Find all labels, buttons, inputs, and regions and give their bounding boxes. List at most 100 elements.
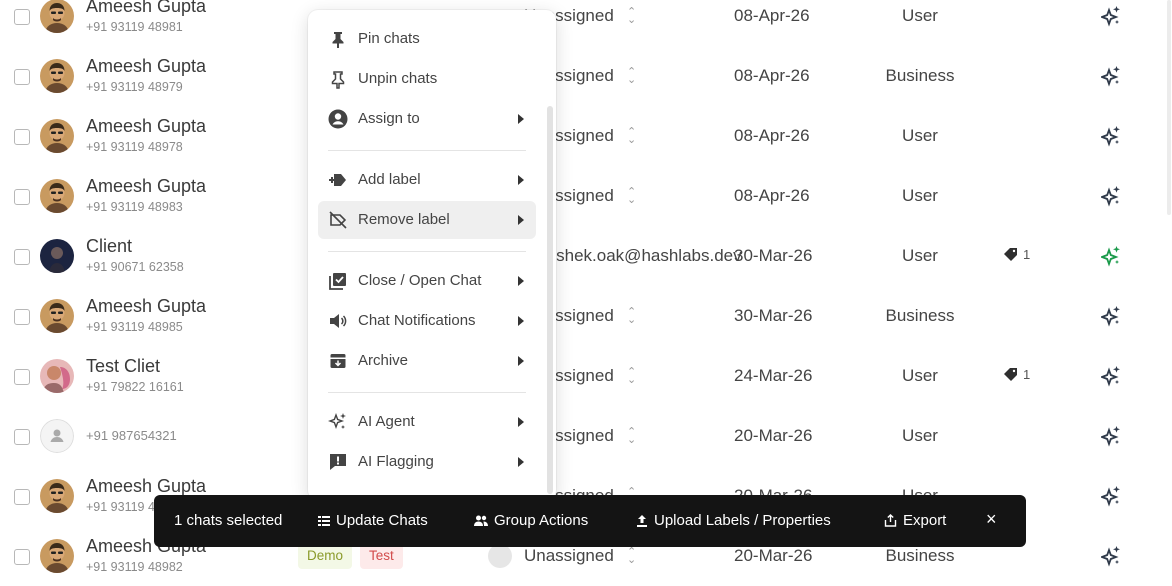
table-row[interactable]: Ameesh Gupta +91 93119 48978 Unassigned ⌃ ⌄ 0… xyxy=(0,106,1172,166)
label-count-value: 1 xyxy=(1023,367,1031,382)
sort-updown-icon[interactable]: ⌃⌄ xyxy=(627,187,636,206)
row-checkbox[interactable] xyxy=(14,9,30,25)
export-button[interactable]: Export xyxy=(884,512,946,529)
ai-sparkle-icon[interactable] xyxy=(1099,185,1121,212)
row-checkbox[interactable] xyxy=(14,249,30,265)
group-actions-button[interactable]: Group Actions xyxy=(474,512,588,529)
chevron-right-icon xyxy=(518,114,524,124)
table-row[interactable]: Ameesh Gupta +91 93119 48985 Unassigned ⌃ ⌄ 3… xyxy=(0,286,1172,346)
update-chats-button[interactable]: Update Chats xyxy=(318,512,428,529)
contact-name[interactable]: Ameesh Gupta xyxy=(86,116,206,137)
contact-name[interactable]: Ameesh Gupta xyxy=(86,296,206,317)
contact-type: User xyxy=(902,126,938,145)
avatar xyxy=(40,419,74,453)
contact-name[interactable]: Client xyxy=(86,236,132,257)
row-checkbox[interactable] xyxy=(14,489,30,505)
menu-item-unpin-chats[interactable]: Unpin chats xyxy=(318,60,536,98)
sort-updown-icon[interactable]: ⌃⌄ xyxy=(627,7,636,26)
label-count[interactable]: 1 xyxy=(1004,247,1030,262)
table-row[interactable]: Test Cliet +91 79822 16161 Unassigned ⌃ ⌄ 24-… xyxy=(0,346,1172,406)
row-checkbox[interactable] xyxy=(14,69,30,85)
sort-updown-icon[interactable]: ⌃⌄ xyxy=(627,427,636,446)
ai-sparkle-icon[interactable] xyxy=(1099,5,1121,32)
row-checkbox[interactable] xyxy=(14,369,30,385)
upload-labels-button[interactable]: Upload Labels / Properties xyxy=(636,512,831,529)
assignee-select[interactable]: abhishek.oak@hashlabs.dev xyxy=(524,246,742,266)
ai-sparkle-icon[interactable] xyxy=(1099,245,1121,272)
label-count[interactable]: 1 xyxy=(1004,367,1030,382)
menu-item-ai-agent[interactable]: AI Agent xyxy=(318,403,536,441)
sort-updown-icon[interactable]: ⌃⌄ xyxy=(627,307,636,326)
contact-type: User xyxy=(902,186,938,205)
menu-item-archive[interactable]: Archive xyxy=(318,342,536,380)
group-icon xyxy=(474,515,488,526)
table-row[interactable]: Ameesh Gupta +91 93119 48981 Unassigned ⌃ ⌄ 0… xyxy=(0,0,1172,46)
chevron-right-icon xyxy=(518,457,524,467)
avatar xyxy=(40,539,74,573)
ai-sparkle-icon[interactable] xyxy=(1099,125,1121,152)
contact-phone: +91 93119 48985 xyxy=(86,320,183,334)
pin-icon xyxy=(328,29,348,49)
upload-icon xyxy=(637,515,647,527)
flag-alert-icon xyxy=(328,452,348,472)
ai-sparkle-icon[interactable] xyxy=(1099,365,1121,392)
avatar xyxy=(40,179,74,213)
assignee-select[interactable]: Unassigned xyxy=(524,546,614,566)
chevron-right-icon xyxy=(518,175,524,185)
ai-sparkle-icon[interactable] xyxy=(1099,305,1121,332)
menu-scrollbar[interactable] xyxy=(547,106,553,494)
row-checkbox[interactable] xyxy=(14,129,30,145)
selected-count: 1 chats selected xyxy=(174,512,283,529)
avatar xyxy=(40,299,74,333)
table-row[interactable]: Ameesh Gupta +91 93119 48983 Unassigned ⌃ ⌄ 0… xyxy=(0,166,1172,226)
upload-labels-label: Upload Labels / Properties xyxy=(654,512,831,529)
contact-name[interactable]: Test Cliet xyxy=(86,356,160,377)
group-actions-label: Group Actions xyxy=(494,512,589,529)
menu-item-add-label[interactable]: Add label xyxy=(318,161,536,199)
row-checkbox[interactable] xyxy=(14,309,30,325)
tag-icon xyxy=(1004,367,1023,382)
contact-name[interactable]: Ameesh Gupta xyxy=(86,476,206,497)
avatar xyxy=(40,479,74,513)
ai-sparkle-icon[interactable] xyxy=(1099,485,1121,512)
sort-updown-icon[interactable]: ⌃⌄ xyxy=(627,67,636,86)
ai-sparkle-icon[interactable] xyxy=(1099,545,1121,572)
contact-phone: +91 93119 48983 xyxy=(86,200,183,214)
contact-type: User xyxy=(902,246,938,265)
avatar xyxy=(40,59,74,93)
table-row[interactable]: Ameesh Gupta +91 93119 48979 Unassigned ⌃ ⌄ 0… xyxy=(0,46,1172,106)
menu-item-ai-flagging[interactable]: AI Flagging xyxy=(318,443,536,481)
contact-phone: +91 90671 62358 xyxy=(86,260,184,274)
bulk-action-bar: 1 chats selected Update Chats Group Acti… xyxy=(154,495,1026,547)
page-scrollbar[interactable] xyxy=(1167,0,1171,215)
table-row[interactable]: +91 987654321 Unassigned ⌃ ⌄ 20-Mar-26 User xyxy=(0,406,1172,466)
menu-item-remove-label[interactable]: Remove label xyxy=(318,201,536,239)
menu-divider xyxy=(328,150,526,151)
last-activity-date: 24-Mar-26 xyxy=(734,366,813,385)
contact-type: User xyxy=(902,426,938,445)
last-activity-date: 08-Apr-26 xyxy=(734,186,810,205)
table-row[interactable]: Client +91 90671 62358 abhishek.oak@hashla… xyxy=(0,226,1172,286)
menu-item-pin-chats[interactable]: Pin chats xyxy=(318,20,536,58)
ai-sparkle-icon[interactable] xyxy=(1099,425,1121,452)
sort-updown-icon[interactable]: ⌃⌄ xyxy=(627,547,636,566)
menu-item-chat-notifications[interactable]: Chat Notifications xyxy=(318,302,536,340)
ai-sparkle-icon[interactable] xyxy=(1099,65,1121,92)
chevron-right-icon xyxy=(518,417,524,427)
chevron-right-icon xyxy=(518,316,524,326)
row-checkbox[interactable] xyxy=(14,549,30,565)
sort-updown-icon[interactable]: ⌃⌄ xyxy=(627,367,636,386)
unpin-icon xyxy=(328,69,348,89)
row-checkbox[interactable] xyxy=(14,189,30,205)
contact-name[interactable]: Ameesh Gupta xyxy=(86,0,206,17)
contact-name[interactable]: Ameesh Gupta xyxy=(86,56,206,77)
menu-item-close-open-chat[interactable]: Close / Open Chat xyxy=(318,262,536,300)
contact-type: Business xyxy=(885,66,955,85)
close-icon[interactable]: × xyxy=(986,509,997,530)
menu-item-assign-to[interactable]: Assign to xyxy=(318,100,536,138)
row-checkbox[interactable] xyxy=(14,429,30,445)
tag-icon xyxy=(1004,247,1023,262)
sort-updown-icon[interactable]: ⌃⌄ xyxy=(627,127,636,146)
contact-name[interactable]: Ameesh Gupta xyxy=(86,176,206,197)
last-activity-date: 30-Mar-26 xyxy=(734,246,813,265)
